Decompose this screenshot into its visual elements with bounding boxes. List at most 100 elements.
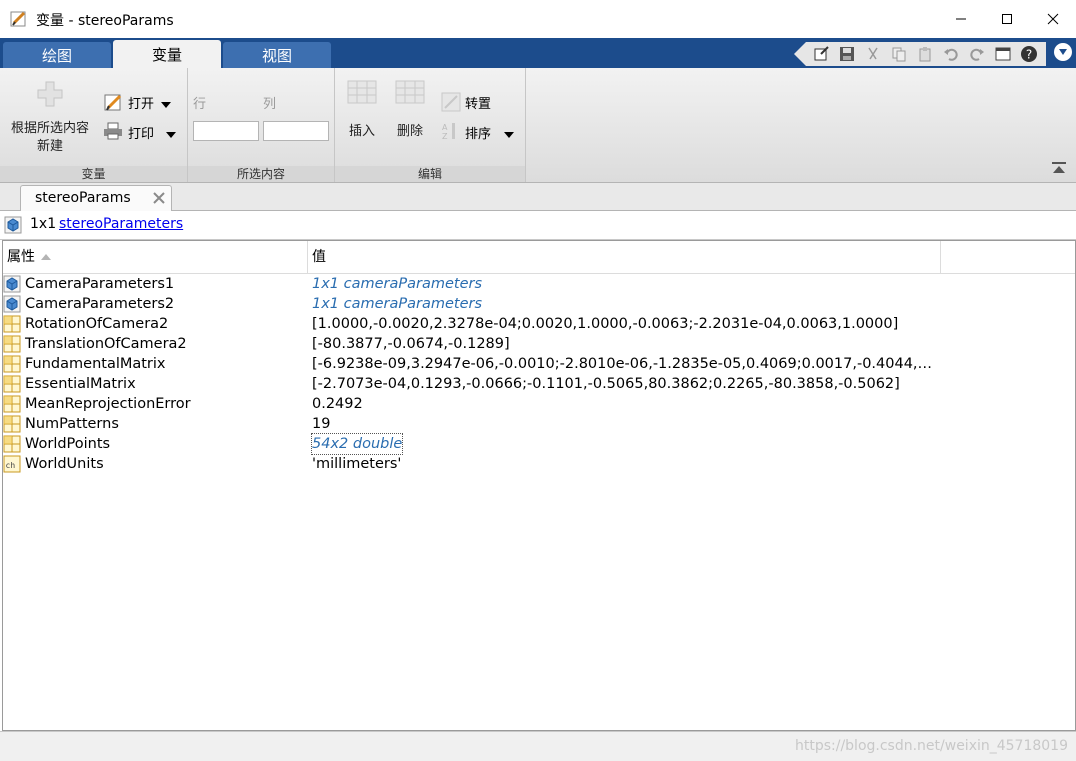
sort-icon: AZ xyxy=(441,121,461,145)
property-value: [1.0000,-0.0020,2.3278e-04;0.0020,1.0000… xyxy=(312,316,899,332)
print-dropdown-icon[interactable] xyxy=(166,127,176,143)
property-value: 19 xyxy=(312,416,331,432)
new-from-selection-button[interactable]: 根据所选内容 新建 xyxy=(8,120,92,156)
document-tab-stereoParams[interactable]: stereoParams xyxy=(20,185,172,211)
transpose-icon xyxy=(441,92,461,116)
col-selection-field[interactable] xyxy=(263,121,329,141)
header-value[interactable]: 值 xyxy=(308,241,941,273)
maximize-icon xyxy=(1002,14,1012,24)
object-icon xyxy=(3,295,21,313)
property-value-link[interactable]: 1x1 cameraParameters xyxy=(312,294,940,314)
title-bar: 变量 - stereoParams xyxy=(0,0,1076,38)
undo-icon[interactable] xyxy=(940,44,962,64)
table-row[interactable]: MeanReprojectionError 0.2492 xyxy=(3,394,1075,414)
copy-icon[interactable] xyxy=(888,44,910,64)
property-name: EssentialMatrix xyxy=(25,376,136,392)
help-icon[interactable]: ? xyxy=(1018,44,1040,64)
header-property[interactable]: 属性 xyxy=(3,241,308,273)
switch-windows-icon[interactable] xyxy=(992,44,1014,64)
matrix-icon xyxy=(3,375,21,393)
matrix-icon xyxy=(3,315,21,333)
property-name: WorldPoints xyxy=(25,436,111,452)
insert-button[interactable]: 插入 xyxy=(349,120,375,139)
save-icon[interactable] xyxy=(836,44,858,64)
paste-icon[interactable] xyxy=(914,44,936,64)
quick-access-toolbar: ? xyxy=(794,42,1046,66)
redo-icon[interactable] xyxy=(966,44,988,64)
tab-plots[interactable]: 绘图 xyxy=(3,42,111,68)
table-row[interactable]: CameraParameters2 1x1 cameraParameters xyxy=(3,294,1075,314)
print-button[interactable]: 打印 xyxy=(128,123,154,142)
variable-editor-icon xyxy=(10,10,28,28)
row-selection-field[interactable] xyxy=(193,121,259,141)
property-table: 属性 值 CameraParameters1 1x1 cameraParamete… xyxy=(2,240,1076,731)
sort-ascending-icon xyxy=(41,254,52,260)
svg-text:Z: Z xyxy=(442,132,448,141)
property-name: CameraParameters1 xyxy=(25,276,175,292)
document-tab-label: stereoParams xyxy=(35,190,131,206)
close-tab-icon[interactable] xyxy=(153,192,165,208)
property-value-link[interactable]: 1x1 cameraParameters xyxy=(312,274,940,294)
transpose-button[interactable]: 转置 xyxy=(465,93,491,112)
property-value: [-6.9238e-09,3.2947e-06,-0.0010;-2.8010e… xyxy=(312,356,940,372)
header-property-label: 属性 xyxy=(7,249,35,265)
property-value: [-80.3877,-0.0674,-0.1289] xyxy=(312,336,510,352)
matrix-icon xyxy=(3,395,21,413)
svg-text:?: ? xyxy=(1026,48,1032,62)
matrix-icon xyxy=(3,415,21,433)
table-row[interactable]: NumPatterns 19 xyxy=(3,414,1075,434)
row-label: 行 xyxy=(193,97,207,112)
property-name: MeanReprojectionError xyxy=(25,396,191,412)
toolstrip-menu-button[interactable] xyxy=(1054,43,1072,61)
undock-icon[interactable] xyxy=(810,44,832,64)
col-label: 列 xyxy=(263,97,277,112)
minimize-button[interactable] xyxy=(938,0,984,38)
property-value: 0.2492 xyxy=(312,396,363,412)
matrix-icon xyxy=(3,355,21,373)
table-row[interactable]: RotationOfCamera2 [1.0000,-0.0020,2.3278e… xyxy=(3,314,1075,334)
edit-group-label: 编辑 xyxy=(335,166,525,182)
open-icon xyxy=(103,92,123,116)
svg-text:ch: ch xyxy=(6,461,16,470)
table-row[interactable]: WorldPoints 54x2 double xyxy=(3,433,1075,455)
delete-button[interactable]: 删除 xyxy=(397,120,423,139)
table-row[interactable]: CameraParameters1 1x1 cameraParameters xyxy=(3,274,1075,294)
table-row[interactable]: TranslationOfCamera2 [-80.3877,-0.0674,-0… xyxy=(3,334,1075,354)
class-name-link[interactable]: stereoParameters xyxy=(59,216,183,232)
table-row[interactable]: ch WorldUnits 'millimeters' xyxy=(3,454,1075,474)
sort-dropdown-icon[interactable] xyxy=(504,127,514,143)
collapse-ribbon-icon[interactable] xyxy=(1052,162,1066,178)
table-row[interactable]: FundamentalMatrix [-6.9238e-09,3.2947e-06… xyxy=(3,354,1075,374)
tab-view[interactable]: 视图 xyxy=(223,42,331,68)
header-empty xyxy=(941,241,1075,273)
close-button[interactable] xyxy=(1030,0,1076,38)
cut-icon[interactable] xyxy=(862,44,884,64)
property-value-link[interactable]: 54x2 double xyxy=(310,433,404,455)
table-row[interactable]: EssentialMatrix [-2.7073e-04,0.1293,-0.06… xyxy=(3,374,1075,394)
selection-group: 行 列 所选内容 xyxy=(188,68,335,182)
maximize-button[interactable] xyxy=(984,0,1030,38)
property-value: 'millimeters' xyxy=(312,456,402,472)
property-name: NumPatterns xyxy=(25,416,119,432)
variable-group-label: 变量 xyxy=(0,166,187,182)
new-from-selection-icon xyxy=(36,80,64,112)
insert-icon xyxy=(347,80,377,108)
matrix-icon xyxy=(3,335,21,353)
open-dropdown-icon[interactable] xyxy=(161,97,171,113)
property-value: [-2.7073e-04,0.1293,-0.0666;-0.1101,-0.5… xyxy=(312,376,900,392)
object-icon xyxy=(3,275,21,293)
tab-variable[interactable]: 变量 xyxy=(113,40,221,68)
ribbon: 根据所选内容 新建 打开 打印 变量 行 列 所选内容 插入 删除 转置 A Z… xyxy=(0,68,1076,183)
property-name: CameraParameters2 xyxy=(25,296,175,312)
sort-button[interactable]: 排序 xyxy=(465,123,491,142)
toolstrip-tabbar: 绘图 变量 视图 ? xyxy=(0,38,1076,68)
variable-dims: 1x1 xyxy=(30,216,57,232)
variable-group: 根据所选内容 新建 打开 打印 变量 xyxy=(0,68,188,182)
property-name: RotationOfCamera2 xyxy=(25,316,169,332)
selection-group-label: 所选内容 xyxy=(188,166,334,182)
close-icon xyxy=(1047,13,1059,25)
print-icon xyxy=(103,121,123,145)
open-button[interactable]: 打开 xyxy=(128,93,154,112)
variable-info-bar: 1x1 stereoParameters xyxy=(0,211,1076,240)
status-bar: https://blog.csdn.net/weixin_45718019 xyxy=(0,731,1076,761)
